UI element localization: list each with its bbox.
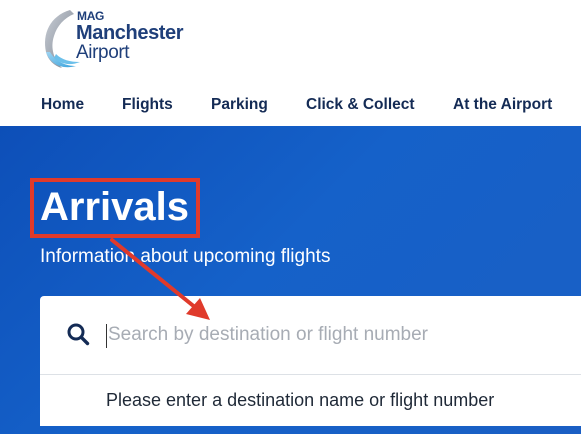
logo-name-line1: Manchester [76, 22, 184, 44]
logo-wordmark: MAG Manchester Airport [76, 9, 184, 63]
page: MAG Manchester Airport Home Flights Park… [0, 0, 581, 434]
logo-mag-text: MAG [77, 9, 105, 23]
nav-item-click-collect[interactable]: Click & Collect [306, 96, 415, 114]
nav-item-at-the-airport[interactable]: At the Airport [453, 96, 552, 114]
search-suggestion-text: Please enter a destination name or fligh… [106, 390, 495, 410]
page-subtitle: Information about upcoming flights [40, 246, 331, 267]
search-icon[interactable] [66, 322, 90, 346]
nav-item-flights[interactable]: Flights [122, 96, 173, 114]
search-input[interactable] [106, 318, 578, 352]
text-caret [106, 324, 107, 348]
main-nav: Home Flights Parking Click & Collect At … [0, 86, 581, 126]
site-header: MAG Manchester Airport [0, 0, 581, 87]
manchester-airport-logo[interactable]: MAG Manchester Airport [40, 8, 190, 70]
nav-item-home[interactable]: Home [41, 96, 84, 114]
nav-item-parking[interactable]: Parking [211, 96, 268, 114]
logo-name-line2: Airport [76, 42, 130, 63]
annotation-highlight-box [30, 178, 200, 238]
